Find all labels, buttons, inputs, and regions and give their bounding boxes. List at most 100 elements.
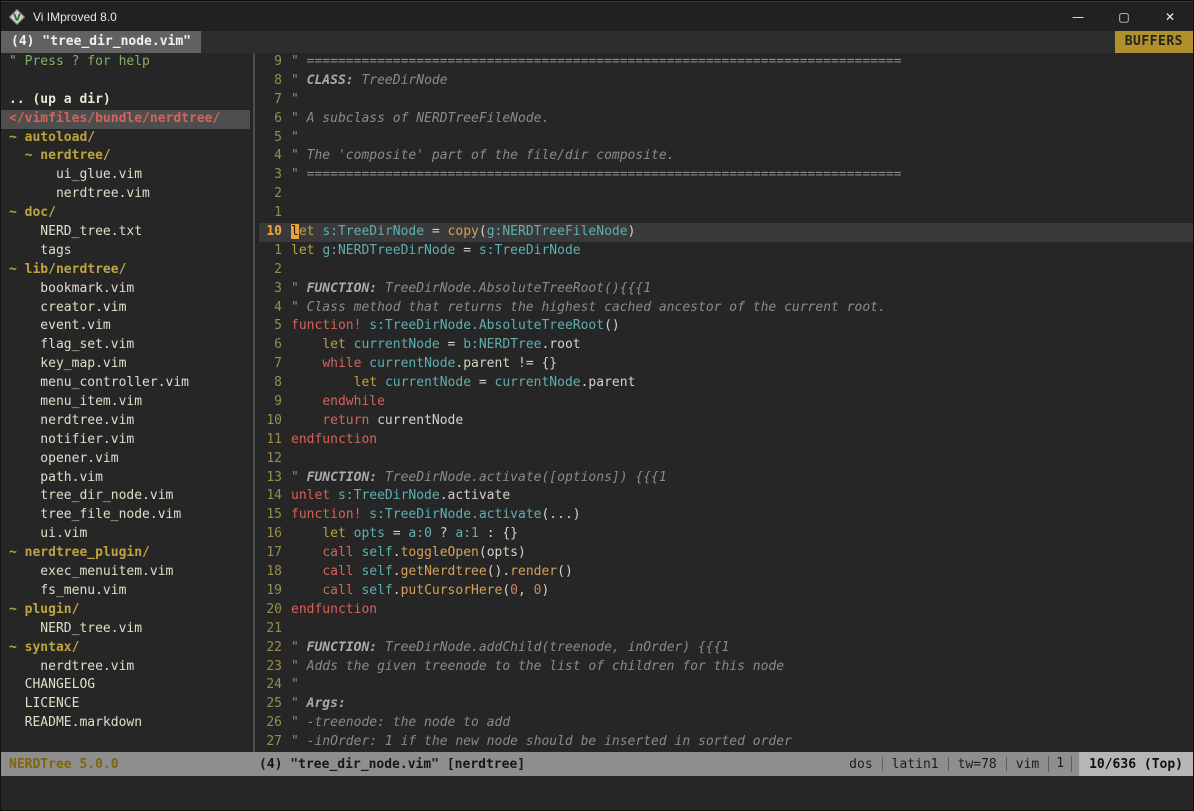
code-line[interactable]: 10 return currentNode xyxy=(259,412,1193,431)
code-line[interactable]: 25" Args: xyxy=(259,695,1193,714)
tree-item[interactable]: nerdtree.vim xyxy=(1,185,250,204)
code-token: let xyxy=(291,243,314,258)
tree-item[interactable]: path.vim xyxy=(1,469,250,488)
close-button[interactable]: ✕ xyxy=(1147,2,1193,31)
code-line[interactable]: 2 xyxy=(259,261,1193,280)
code-line[interactable]: 15function! s:TreeDirNode.activate(...) xyxy=(259,506,1193,525)
code-line[interactable]: 1let g:NERDTreeDirNode = s:TreeDirNode xyxy=(259,242,1193,261)
code-line[interactable]: 19 call self.putCursorHere(0, 0) xyxy=(259,582,1193,601)
tree-item[interactable]: </vimfiles/bundle/nerdtree/ xyxy=(1,110,250,129)
code-token: .root xyxy=(541,337,580,352)
code-text: " -inOrder: 1 if the new node should be … xyxy=(291,733,1193,752)
tree-item[interactable] xyxy=(1,72,250,91)
code-line[interactable]: 10let s:TreeDirNode = copy(g:NERDTreeFil… xyxy=(259,223,1193,242)
tree-item[interactable]: key_map.vim xyxy=(1,355,250,374)
code-token: . xyxy=(393,545,401,560)
line-number: 16 xyxy=(259,525,291,544)
tree-item[interactable]: NERD_tree.txt xyxy=(1,223,250,242)
tree-item[interactable]: ~ syntax/ xyxy=(1,639,250,658)
tree-item[interactable]: ~ nerdtree/ xyxy=(1,147,250,166)
line-number: 19 xyxy=(259,582,291,601)
code-line[interactable]: 21 xyxy=(259,620,1193,639)
code-token: currentNode xyxy=(369,356,455,371)
code-line[interactable]: 5function! s:TreeDirNode.AbsoluteTreeRoo… xyxy=(259,317,1193,336)
code-line[interactable]: 7 while currentNode.parent != {} xyxy=(259,355,1193,374)
code-line[interactable]: 27" -inOrder: 1 if the new node should b… xyxy=(259,733,1193,752)
tree-item[interactable]: opener.vim xyxy=(1,450,250,469)
code-token: function! xyxy=(291,507,361,522)
code-line[interactable]: 24" xyxy=(259,676,1193,695)
command-line[interactable] xyxy=(1,776,1193,810)
tree-item[interactable]: menu_controller.vim xyxy=(1,374,250,393)
tree-item[interactable]: CHANGELOG xyxy=(1,676,250,695)
tree-item[interactable]: tree_dir_node.vim xyxy=(1,487,250,506)
code-line[interactable]: 4" The 'composite' part of the file/dir … xyxy=(259,147,1193,166)
tree-item[interactable]: tree_file_node.vim xyxy=(1,506,250,525)
code-line[interactable]: 23" Adds the given treenode to the list … xyxy=(259,658,1193,677)
tree-item[interactable]: ~ nerdtree_plugin/ xyxy=(1,544,250,563)
tree-item[interactable]: event.vim xyxy=(1,317,250,336)
code-line[interactable]: 3" FUNCTION: TreeDirNode.AbsoluteTreeRoo… xyxy=(259,280,1193,299)
maximize-button[interactable]: ▢ xyxy=(1101,2,1147,31)
tree-item[interactable]: nerdtree.vim xyxy=(1,658,250,677)
line-number: 14 xyxy=(259,487,291,506)
minimize-button[interactable]: — xyxy=(1055,2,1101,31)
tree-item[interactable]: ~ autoload/ xyxy=(1,129,250,148)
code-line[interactable]: 2 xyxy=(259,185,1193,204)
code-line[interactable]: 22" FUNCTION: TreeDirNode.addChild(treen… xyxy=(259,639,1193,658)
tree-item[interactable]: bookmark.vim xyxy=(1,280,250,299)
code-line[interactable]: 4" Class method that returns the highest… xyxy=(259,299,1193,318)
code-line[interactable]: 18 call self.getNerdtree().render() xyxy=(259,563,1193,582)
code-text: " Adds the given treenode to the list of… xyxy=(291,658,1193,677)
tab-tree-dir-node[interactable]: (4) "tree_dir_node.vim" xyxy=(1,31,201,53)
code-token: " Class method that returns the highest … xyxy=(291,300,886,315)
tree-item[interactable]: nerdtree.vim xyxy=(1,412,250,431)
code-line[interactable]: 17 call self.toggleOpen(opts) xyxy=(259,544,1193,563)
titlebar[interactable]: V Vi IMproved 8.0 — ▢ ✕ xyxy=(1,1,1193,31)
tree-item[interactable]: exec_menuitem.vim xyxy=(1,563,250,582)
code-line[interactable]: 11endfunction xyxy=(259,431,1193,450)
tree-item[interactable]: ui.vim xyxy=(1,525,250,544)
tree-item[interactable]: flag_set.vim xyxy=(1,336,250,355)
tree-item[interactable]: ui_glue.vim xyxy=(1,166,250,185)
tabline-fill xyxy=(201,31,1115,53)
code-line[interactable]: 26" -treenode: the node to add xyxy=(259,714,1193,733)
tree-item[interactable]: LICENCE xyxy=(1,695,250,714)
code-line[interactable]: 12 xyxy=(259,450,1193,469)
code-token xyxy=(291,375,354,390)
tree-item[interactable]: ~ lib/nerdtree/ xyxy=(1,261,250,280)
tree-item[interactable]: NERD_tree.vim xyxy=(1,620,250,639)
code-line[interactable]: 13" FUNCTION: TreeDirNode.activate([opti… xyxy=(259,469,1193,488)
tree-item[interactable]: menu_item.vim xyxy=(1,393,250,412)
tree-item[interactable]: fs_menu.vim xyxy=(1,582,250,601)
code-line[interactable]: 7" xyxy=(259,91,1193,110)
code-text: " xyxy=(291,676,1193,695)
tree-item[interactable]: README.markdown xyxy=(1,714,250,733)
encoding-indicator: latin1 xyxy=(892,757,939,772)
tree-item[interactable]: creator.vim xyxy=(1,299,250,318)
window-separator[interactable] xyxy=(250,53,259,752)
code-token xyxy=(346,337,354,352)
code-line[interactable]: 1 xyxy=(259,204,1193,223)
tree-item[interactable]: ~ plugin/ xyxy=(1,601,250,620)
code-token xyxy=(291,394,322,409)
filetype-indicator: vim xyxy=(1016,757,1039,772)
tree-item[interactable]: .. (up a dir) xyxy=(1,91,250,110)
code-line[interactable]: 9" =====================================… xyxy=(259,53,1193,72)
code-line[interactable]: 6" A subclass of NERDTreeFileNode. xyxy=(259,110,1193,129)
code-line[interactable]: 5" xyxy=(259,129,1193,148)
code-line[interactable]: 9 endwhile xyxy=(259,393,1193,412)
maximize-icon: ▢ xyxy=(1118,10,1129,24)
code-line[interactable]: 20endfunction xyxy=(259,601,1193,620)
code-line[interactable]: 8 let currentNode = currentNode.parent xyxy=(259,374,1193,393)
code-line[interactable]: 3" =====================================… xyxy=(259,166,1193,185)
tree-item[interactable]: notifier.vim xyxy=(1,431,250,450)
code-line[interactable]: 6 let currentNode = b:NERDTree.root xyxy=(259,336,1193,355)
code-token: " A subclass of NERDTreeFileNode. xyxy=(291,111,549,126)
code-line[interactable]: 16 let opts = a:0 ? a:1 : {} xyxy=(259,525,1193,544)
tree-item[interactable]: ~ doc/ xyxy=(1,204,250,223)
tree-item[interactable]: tags xyxy=(1,242,250,261)
code-line[interactable]: 14unlet s:TreeDirNode.activate xyxy=(259,487,1193,506)
line-number: 5 xyxy=(259,317,291,336)
code-line[interactable]: 8" CLASS: TreeDirNode xyxy=(259,72,1193,91)
